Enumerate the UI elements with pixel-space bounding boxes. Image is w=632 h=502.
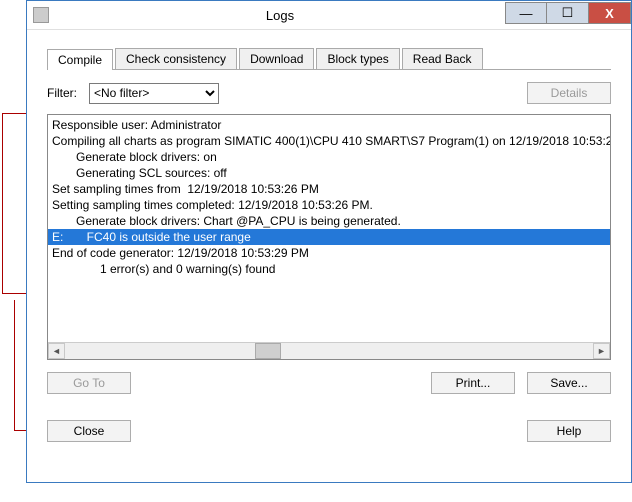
bg-line (2, 113, 3, 293)
log-line[interactable]: Generate block drivers: on (48, 149, 610, 165)
client-area: Compile Check consistency Download Block… (27, 30, 631, 454)
window-controls: — ☐ X (505, 2, 631, 24)
scroll-right-icon[interactable]: ► (593, 343, 610, 359)
filter-label: Filter: (47, 86, 77, 100)
bg-line (14, 430, 26, 431)
details-button[interactable]: Details (527, 82, 611, 104)
goto-button[interactable]: Go To (47, 372, 131, 394)
log-content: Responsible user: Administrator Compilin… (48, 115, 610, 342)
log-line[interactable]: End of code generator: 12/19/2018 10:53:… (48, 245, 610, 261)
log-line[interactable]: Generate block drivers: Chart @PA_CPU is… (48, 213, 610, 229)
print-button[interactable]: Print... (431, 372, 515, 394)
titlebar: Logs — ☐ X (27, 1, 631, 30)
tabs: Compile Check consistency Download Block… (47, 48, 611, 70)
log-line-selected[interactable]: E: FC40 is outside the user range (48, 229, 610, 245)
close-window-button[interactable]: X (589, 2, 631, 24)
maximize-button[interactable]: ☐ (547, 2, 589, 24)
scroll-thumb[interactable] (255, 343, 281, 359)
close-button[interactable]: Close (47, 420, 131, 442)
logs-window: Logs — ☐ X Compile Check consistency Dow… (26, 0, 632, 483)
bg-line (2, 293, 26, 294)
log-line[interactable]: Responsible user: Administrator (48, 117, 610, 133)
bg-line (2, 113, 26, 114)
tab-download[interactable]: Download (239, 48, 314, 69)
horizontal-scrollbar[interactable]: ◄ ► (48, 342, 610, 359)
save-button[interactable]: Save... (527, 372, 611, 394)
log-line[interactable]: 1 error(s) and 0 warning(s) found (48, 261, 610, 277)
bg-line (14, 300, 15, 430)
window-title: Logs (55, 8, 505, 23)
filter-row: Filter: <No filter> Details (47, 82, 611, 104)
action-row: Go To Print... Save... (47, 372, 611, 394)
minimize-button[interactable]: — (505, 2, 547, 24)
log-line[interactable]: Generating SCL sources: off (48, 165, 610, 181)
log-line[interactable]: Setting sampling times completed: 12/19/… (48, 197, 610, 213)
tab-block-types[interactable]: Block types (316, 48, 399, 69)
log-listbox[interactable]: Responsible user: Administrator Compilin… (47, 114, 611, 360)
scroll-left-icon[interactable]: ◄ (48, 343, 65, 359)
tab-read-back[interactable]: Read Back (402, 48, 483, 69)
log-line[interactable]: Compiling all charts as program SIMATIC … (48, 133, 610, 149)
scroll-track[interactable] (65, 343, 593, 359)
system-menu-icon[interactable] (33, 7, 49, 23)
filter-select[interactable]: <No filter> (89, 83, 219, 104)
footer-row: Close Help (47, 420, 611, 442)
tab-compile[interactable]: Compile (47, 49, 113, 70)
help-button[interactable]: Help (527, 420, 611, 442)
tab-check-consistency[interactable]: Check consistency (115, 48, 237, 69)
log-line[interactable]: Set sampling times from 12/19/2018 10:53… (48, 181, 610, 197)
